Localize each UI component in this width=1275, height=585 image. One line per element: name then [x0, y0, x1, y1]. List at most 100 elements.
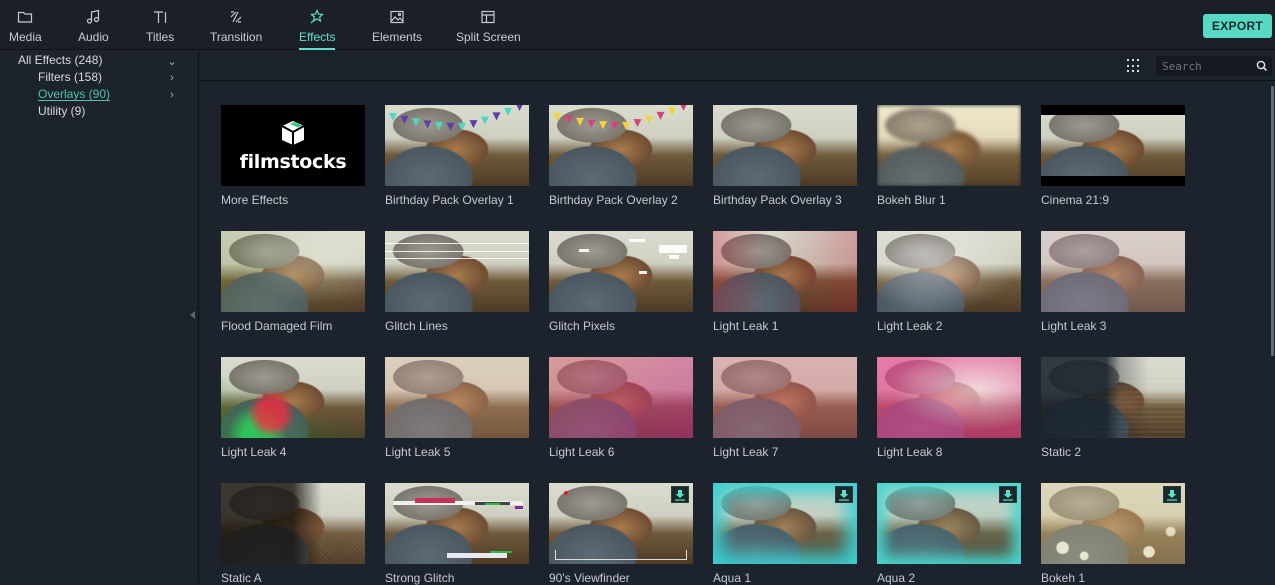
category-overlays[interactable]: Overlays (90) — [38, 87, 110, 101]
letterbox-bar — [1041, 105, 1185, 115]
category-filters[interactable]: Filters (158) — [38, 70, 102, 84]
tab-label: Transition — [210, 30, 263, 44]
search-box[interactable] — [1156, 56, 1272, 76]
bunting-flag — [458, 122, 466, 131]
effect-card[interactable]: Birthday Pack Overlay 2 — [549, 105, 693, 207]
download-button[interactable] — [999, 486, 1017, 503]
transition-icon — [227, 8, 245, 26]
effect-card[interactable]: Light Leak 2 — [877, 231, 1021, 333]
grid-view-icon[interactable] — [1127, 59, 1141, 73]
effect-thumbnail[interactable] — [1041, 483, 1185, 564]
filmstocks-cube-icon — [281, 120, 305, 145]
effect-thumbnail[interactable] — [549, 231, 693, 312]
folder-icon — [16, 8, 34, 26]
search-icon[interactable] — [1256, 60, 1268, 72]
effect-card[interactable]: Light Leak 3 — [1041, 231, 1185, 333]
tab-titles[interactable]: Titles — [146, 8, 174, 50]
category-utility[interactable]: Utility (9) — [38, 104, 85, 118]
bunting-flag — [435, 122, 443, 131]
effect-thumbnail[interactable] — [385, 483, 529, 564]
effect-card[interactable]: Light Leak 5 — [385, 357, 529, 459]
effect-thumbnail[interactable] — [877, 357, 1021, 438]
chevron-down-icon[interactable]: ⌄ — [166, 55, 178, 68]
effect-thumbnail[interactable] — [713, 357, 857, 438]
effect-label: Glitch Pixels — [549, 319, 616, 333]
effect-thumbnail[interactable] — [877, 483, 1021, 564]
effect-card[interactable]: Light Leak 6 — [549, 357, 693, 459]
download-button[interactable] — [835, 486, 853, 503]
tab-effects[interactable]: Effects — [299, 8, 336, 50]
effect-thumbnail[interactable] — [549, 483, 693, 564]
download-button[interactable] — [671, 486, 689, 503]
effect-card[interactable]: Aqua 2 — [877, 483, 1021, 585]
tab-label: Elements — [372, 30, 423, 44]
effect-thumbnail[interactable] — [221, 483, 365, 564]
effects-star-icon — [308, 8, 326, 26]
tab-elements[interactable]: Elements — [372, 8, 422, 50]
effect-card[interactable]: Static 2 — [1041, 357, 1185, 459]
glitch-block — [415, 498, 455, 503]
effect-thumbnail[interactable] — [877, 231, 1021, 312]
tab-split-screen[interactable]: Split Screen — [456, 8, 521, 50]
effect-thumbnail[interactable] — [713, 231, 857, 312]
chevron-right-icon[interactable]: › — [166, 89, 178, 101]
bunting-flag — [633, 119, 642, 128]
tab-audio[interactable]: Audio — [78, 8, 109, 50]
category-all-effects[interactable]: All Effects (248) — [18, 53, 102, 67]
effect-thumbnail[interactable] — [221, 231, 365, 312]
glitch-line — [385, 243, 529, 244]
effect-thumbnail[interactable] — [1041, 357, 1185, 438]
effect-card[interactable]: Bokeh 1 — [1041, 483, 1185, 585]
effect-card[interactable]: Cinema 21:9 — [1041, 105, 1185, 207]
search-input[interactable] — [1162, 58, 1252, 74]
effect-thumbnail[interactable] — [549, 105, 693, 186]
bunting-flag — [400, 115, 409, 124]
effect-card[interactable]: Glitch Pixels — [549, 231, 693, 333]
effect-card[interactable]: filmstocks More Effects — [221, 105, 365, 207]
export-button[interactable]: EXPORT — [1203, 14, 1272, 38]
download-button[interactable] — [1163, 486, 1181, 503]
effect-label: Light Leak 7 — [713, 445, 779, 459]
effect-card[interactable]: Light Leak 4 — [221, 357, 365, 459]
effect-card[interactable]: Birthday Pack Overlay 3 — [713, 105, 857, 207]
effect-thumbnail[interactable] — [549, 357, 693, 438]
effect-card[interactable]: Light Leak 8 — [877, 357, 1021, 459]
effect-thumbnail[interactable] — [385, 357, 529, 438]
tab-transition[interactable]: Transition — [210, 8, 262, 50]
effect-thumbnail[interactable] — [877, 105, 1021, 186]
effect-card[interactable]: Strong Glitch — [385, 483, 529, 585]
bunting-flag — [680, 105, 687, 111]
viewfinder-frame — [555, 550, 687, 560]
effect-card[interactable]: Static A — [221, 483, 365, 585]
letterbox-bar — [1041, 176, 1185, 186]
effect-thumbnail[interactable] — [713, 105, 857, 186]
effect-thumbnail[interactable] — [221, 357, 365, 438]
collapse-sidebar-handle[interactable] — [190, 311, 195, 319]
chevron-right-icon[interactable]: › — [166, 72, 178, 84]
effect-thumbnail[interactable] — [713, 483, 857, 564]
filmstocks-wordmark: filmstocks — [239, 150, 347, 173]
vertical-scrollbar[interactable] — [1271, 86, 1274, 356]
bunting-flag — [553, 113, 561, 121]
effect-thumbnail[interactable] — [385, 105, 529, 186]
effect-card[interactable]: Aqua 1 — [713, 483, 857, 585]
effect-thumbnail[interactable] — [1041, 105, 1185, 186]
music-note-icon — [84, 8, 102, 26]
bunting-flags — [553, 105, 687, 130]
effect-card[interactable]: Light Leak 7 — [713, 357, 857, 459]
effect-card[interactable]: Light Leak 1 — [713, 231, 857, 333]
library-toolbar — [200, 51, 1275, 81]
tab-media[interactable]: Media — [9, 8, 42, 50]
effect-thumbnail[interactable] — [385, 231, 529, 312]
effect-card[interactable]: 90's Viewfinder — [549, 483, 693, 585]
effect-overlay — [221, 231, 365, 312]
effect-thumbnail[interactable]: filmstocks — [221, 105, 365, 186]
bunting-flag — [576, 117, 584, 126]
effect-card[interactable]: Birthday Pack Overlay 1 — [385, 105, 529, 207]
preview-image — [549, 231, 693, 312]
effect-thumbnail[interactable] — [1041, 231, 1185, 312]
effect-card[interactable]: Flood Damaged Film — [221, 231, 365, 333]
effect-card[interactable]: Glitch Lines — [385, 231, 529, 333]
effect-card[interactable]: Bokeh Blur 1 — [877, 105, 1021, 207]
glitch-pixel — [659, 245, 687, 253]
